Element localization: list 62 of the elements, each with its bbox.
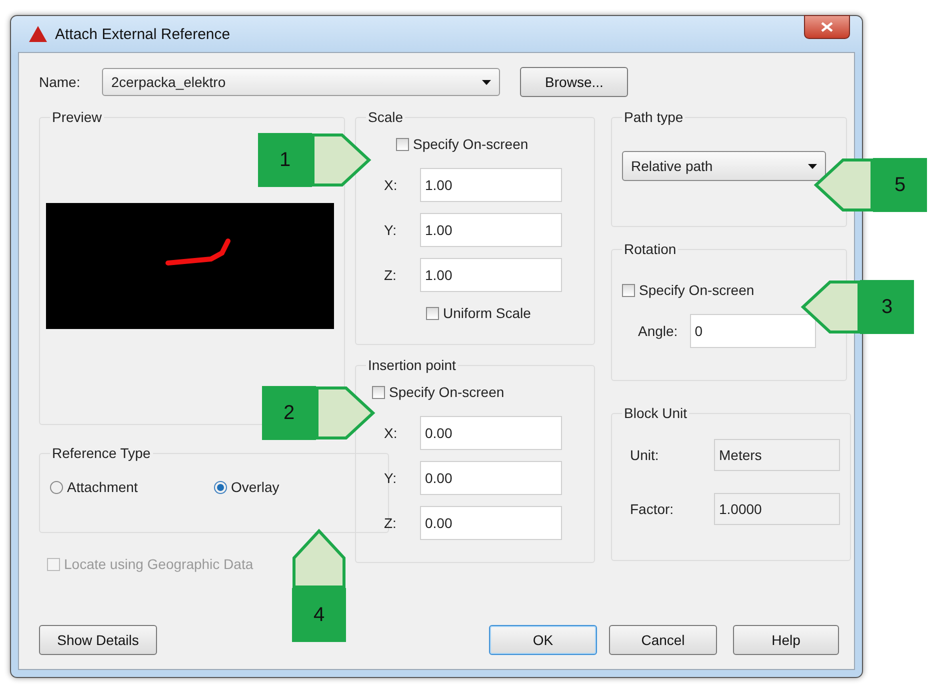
callout-arrow: [316, 386, 376, 440]
callout-arrow: [800, 280, 860, 334]
group-title: Insertion point: [367, 357, 457, 373]
radio-button[interactable]: [214, 480, 227, 494]
checkbox-label: Specify On-screen: [639, 282, 754, 298]
name-dropdown[interactable]: 2cerpacka_elektro: [102, 68, 500, 96]
field-label: Unit:: [629, 447, 660, 463]
dropdown-caret-icon: [482, 80, 492, 84]
field-label: Name:: [39, 74, 80, 90]
input-field[interactable]: 0.00: [420, 506, 562, 540]
browse-button[interactable]: Browse...: [520, 67, 628, 97]
field-label: X:: [384, 177, 398, 193]
callout-number: 4: [292, 588, 346, 642]
group-title: Scale: [367, 109, 404, 125]
group-title: Preview: [51, 109, 103, 125]
field-label: Y:: [384, 222, 398, 238]
group-title: Reference Type: [51, 445, 152, 461]
callout-number: 1: [258, 133, 312, 187]
checkbox-label: Specify On-screen: [389, 384, 504, 400]
input-field[interactable]: 1.00: [420, 168, 562, 202]
group-title: Block Unit: [623, 405, 688, 421]
field-label: Z:: [384, 267, 398, 283]
dialog-button[interactable]: Show Details: [39, 625, 157, 655]
checkbox[interactable]: [622, 284, 635, 296]
field-label: Angle:: [638, 323, 678, 339]
readonly-field: 1.0000: [714, 493, 840, 525]
close-button[interactable]: [804, 15, 850, 39]
checkbox-label: Locate using Geographic Data: [64, 556, 254, 572]
checkbox[interactable]: [396, 138, 409, 150]
callout-number: 5: [873, 158, 927, 212]
checkbox[interactable]: [372, 386, 385, 398]
dialog-button[interactable]: Help: [733, 625, 839, 655]
window-title: Attach External Reference: [55, 26, 230, 42]
callout-number: 2: [262, 386, 316, 440]
radio-label: Overlay: [231, 479, 280, 495]
group-title: Path type: [623, 109, 684, 125]
callout-arrow: [292, 528, 346, 588]
input-field[interactable]: 0.00: [420, 416, 562, 450]
field-label: Y:: [384, 470, 398, 486]
input-field[interactable]: 1.00: [420, 213, 562, 247]
checkbox[interactable]: [426, 306, 439, 320]
field-label: Z:: [384, 515, 398, 531]
radio-label: Attachment: [67, 479, 138, 495]
dialog-button[interactable]: Cancel: [609, 625, 717, 655]
checkbox-label: Specify On-screen: [413, 136, 528, 152]
close-icon: [821, 22, 833, 32]
input-field[interactable]: 0.00: [420, 461, 562, 495]
field-label: Factor:: [629, 501, 675, 517]
callout-arrow: [312, 134, 372, 186]
path-type-dropdown[interactable]: Relative path: [622, 151, 826, 181]
radio-button[interactable]: [50, 480, 63, 494]
callout-arrow: [814, 158, 873, 212]
dropdown-caret-icon: [808, 164, 817, 168]
checkbox-label: Uniform Scale: [443, 305, 531, 321]
app-logo-icon: [29, 26, 47, 42]
field-label: X:: [384, 425, 398, 441]
input-field[interactable]: 1.00: [420, 258, 562, 292]
readonly-field: Meters: [714, 439, 840, 471]
callout-number: 3: [860, 280, 914, 334]
dialog-button[interactable]: OK: [489, 625, 597, 655]
group-title: Rotation: [623, 241, 678, 257]
input-field[interactable]: 0: [690, 314, 816, 348]
